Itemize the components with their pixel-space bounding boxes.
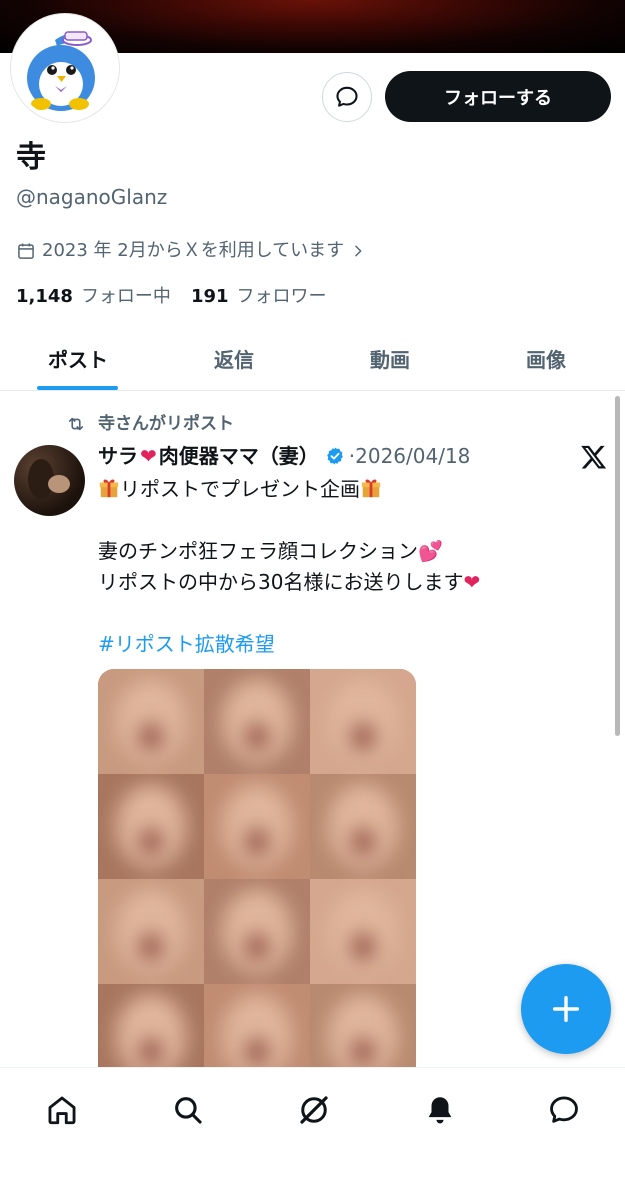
media-tile [98, 879, 204, 984]
profile-handle: @naganoGlanz [16, 185, 168, 209]
plus-icon [552, 995, 580, 1023]
post-author-heart: ❤ [140, 444, 157, 468]
repost-indicator[interactable]: 寺さんがリポスト [66, 412, 234, 436]
post-author-avatar[interactable] [14, 445, 85, 516]
gift-icon [99, 479, 119, 498]
profile-tabs: ポスト 返信 動画 画像 [0, 326, 625, 391]
post-line-1-text: リポストでプレゼント企画 [120, 477, 360, 501]
media-tile [310, 879, 416, 984]
nav-search[interactable] [166, 1088, 210, 1132]
verified-badge-icon [326, 447, 343, 465]
profile-avatar[interactable] [11, 14, 119, 122]
nav-grok[interactable] [292, 1088, 336, 1132]
repost-icon [68, 417, 84, 431]
post-line-3: リポストの中から30名様にお送りします❤ [98, 567, 598, 598]
scrollbar[interactable] [615, 396, 620, 736]
follow-stats: 1,148 フォロー中 191 フォロワー [16, 283, 327, 311]
following-count: 1,148 [16, 286, 73, 307]
followers-label: フォロワー [236, 286, 327, 307]
media-tile [204, 774, 310, 879]
follow-button[interactable]: フォローする [385, 71, 611, 122]
home-icon [48, 1096, 76, 1125]
grok-icon [300, 1096, 328, 1124]
media-tile [204, 669, 310, 774]
nav-notifications[interactable] [418, 1088, 462, 1132]
post-line-1: リポストでプレゼント企画 [98, 474, 598, 505]
x-logo-icon [581, 445, 607, 469]
tab-images[interactable]: 画像 [468, 326, 624, 390]
search-icon [175, 1097, 202, 1124]
calendar-icon [18, 243, 34, 259]
joined-date-text: 2023 年 2月からＸを利用しています [42, 240, 345, 261]
post-line-3-text: リポストの中から30名様にお送りします [98, 570, 464, 594]
post-header: サラ ❤ 肉便器ママ（妻） ·2026/04/18 [98, 440, 470, 472]
media-tile [204, 879, 310, 984]
chevron-right-icon [355, 245, 362, 257]
gift-icon [361, 479, 381, 498]
media-tile [310, 669, 416, 774]
message-button[interactable] [322, 72, 372, 122]
tab-replies[interactable]: 返信 [156, 326, 312, 390]
post-author-name-part2[interactable]: 肉便器ママ（妻） [159, 441, 319, 471]
two-hearts-icon: 💕 [418, 539, 443, 563]
bottom-navigation [0, 1067, 625, 1200]
media-tile [98, 669, 204, 774]
post-date-value: 2026/04/18 [355, 444, 471, 468]
nav-home[interactable] [40, 1088, 84, 1132]
notifications-icon [428, 1097, 452, 1124]
media-tile [98, 774, 204, 879]
media-tile [310, 774, 416, 879]
compose-post-button[interactable] [521, 964, 611, 1054]
post-media-image[interactable] [98, 669, 416, 1089]
post-text: リポストでプレゼント企画 妻のチンポ狂フェラ顔コレクション💕 リポストの中から3… [98, 474, 598, 660]
post-line-2: 妻のチンポ狂フェラ顔コレクション💕 [98, 536, 598, 567]
message-bubble-icon [336, 86, 358, 107]
profile-name: 寺 [16, 140, 46, 175]
joined-date-row[interactable]: 2023 年 2月からＸを利用しています [16, 237, 372, 265]
following-link[interactable]: 1,148 フォロー中 [16, 283, 171, 311]
post-hashtag[interactable]: #リポスト拡散希望 [98, 632, 275, 656]
post-date[interactable]: ·2026/04/18 [349, 441, 471, 471]
post-line-2-text: 妻のチンポ狂フェラ顔コレクション [98, 539, 418, 563]
penguin-avatar-image [15, 18, 115, 118]
repost-label: 寺さんがリポスト [98, 414, 234, 434]
post-author-name-part1[interactable]: サラ [98, 441, 138, 471]
nav-messages[interactable] [542, 1088, 586, 1132]
messages-icon [550, 1096, 578, 1123]
followers-link[interactable]: 191 フォロワー [191, 283, 327, 311]
post-hashtag-line: #リポスト拡散希望 [98, 629, 598, 660]
tab-posts[interactable]: ポスト [0, 326, 156, 390]
tab-videos[interactable]: 動画 [312, 326, 468, 390]
followers-count: 191 [190, 286, 229, 307]
following-label: フォロー中 [80, 286, 171, 307]
red-heart-icon: ❤ [463, 570, 481, 594]
